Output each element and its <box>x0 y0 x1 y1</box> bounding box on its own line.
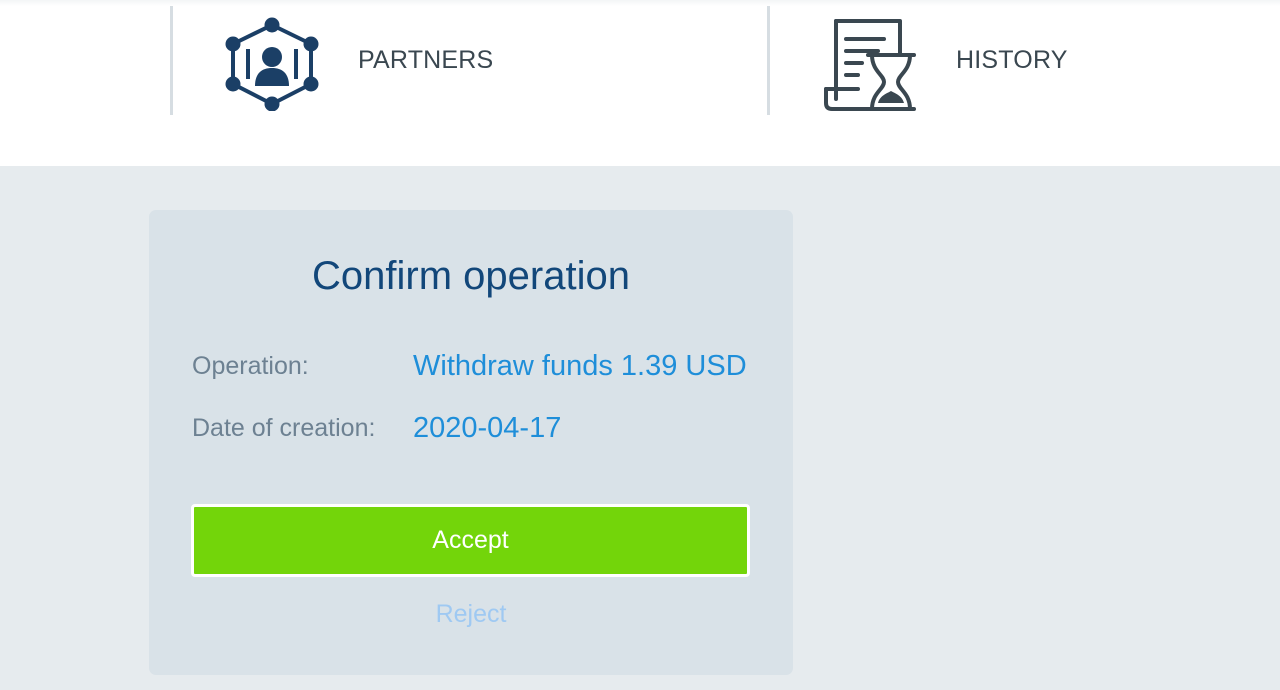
operation-value: Withdraw funds 1.39 USD <box>413 350 747 382</box>
top-strip <box>0 0 1280 6</box>
nav-item-history[interactable]: HISTORY <box>818 6 1068 115</box>
nav-label-partners: PARTNERS <box>358 46 494 74</box>
date-of-creation-value: 2020-04-17 <box>413 412 562 444</box>
reject-link[interactable]: Reject <box>149 600 793 629</box>
partners-network-icon <box>222 11 322 111</box>
nav-divider-left <box>170 6 173 115</box>
accept-button[interactable]: Accept <box>191 504 750 577</box>
operation-label: Operation: <box>192 352 309 380</box>
dialog-title: Confirm operation <box>312 254 630 298</box>
nav-divider-middle <box>767 6 770 115</box>
top-navigation: PARTNERS HISTORY <box>0 0 1280 166</box>
history-document-hourglass-icon <box>818 11 918 111</box>
date-of-creation-label: Date of creation: <box>192 414 376 442</box>
confirm-operation-dialog: Confirm operation Operation: Withdraw fu… <box>149 210 793 675</box>
accept-button-label: Accept <box>432 526 509 554</box>
nav-label-history: HISTORY <box>956 46 1068 74</box>
nav-item-partners[interactable]: PARTNERS <box>222 6 493 115</box>
